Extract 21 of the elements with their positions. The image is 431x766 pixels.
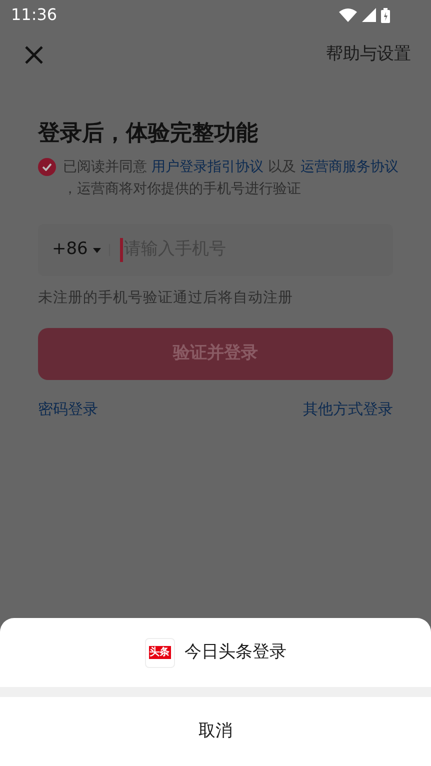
agreement-text: 已阅读并同意 用户登录指引协议 以及 运营商服务协议 ，运营商将对你提供的手机号进行验证: [63, 158, 400, 199]
page-title: 登录后，体验完整功能: [38, 120, 259, 148]
login-option-link[interactable]: 密码登录: [38, 398, 98, 420]
cancel-button[interactable]: 取消: [0, 697, 431, 766]
wifi-icon: [339, 8, 357, 22]
dropdown-caret-icon: [92, 248, 101, 252]
status-time: 11:36: [11, 4, 58, 26]
check-icon: [42, 163, 52, 171]
battery-icon: [381, 8, 390, 22]
sheet-option[interactable]: 头条 今日头条登录: [0, 618, 431, 687]
register-hint: 未注册的手机号验证通过后将自动注册: [38, 288, 294, 308]
help-settings-link[interactable]: 帮助与设置: [326, 42, 411, 68]
signal-icon: [362, 8, 376, 22]
agree-checkbox[interactable]: [38, 158, 56, 176]
app-logo: 头条: [144, 638, 174, 668]
login-option-link[interactable]: 其他方式登录: [303, 398, 393, 420]
country-code[interactable]: +86: [52, 237, 88, 263]
agreement-link[interactable]: 运营商服务协议: [300, 159, 398, 175]
agreement-link[interactable]: 用户登录指引协议: [151, 159, 264, 175]
text-cursor: [120, 238, 123, 262]
close-icon: [25, 46, 43, 64]
